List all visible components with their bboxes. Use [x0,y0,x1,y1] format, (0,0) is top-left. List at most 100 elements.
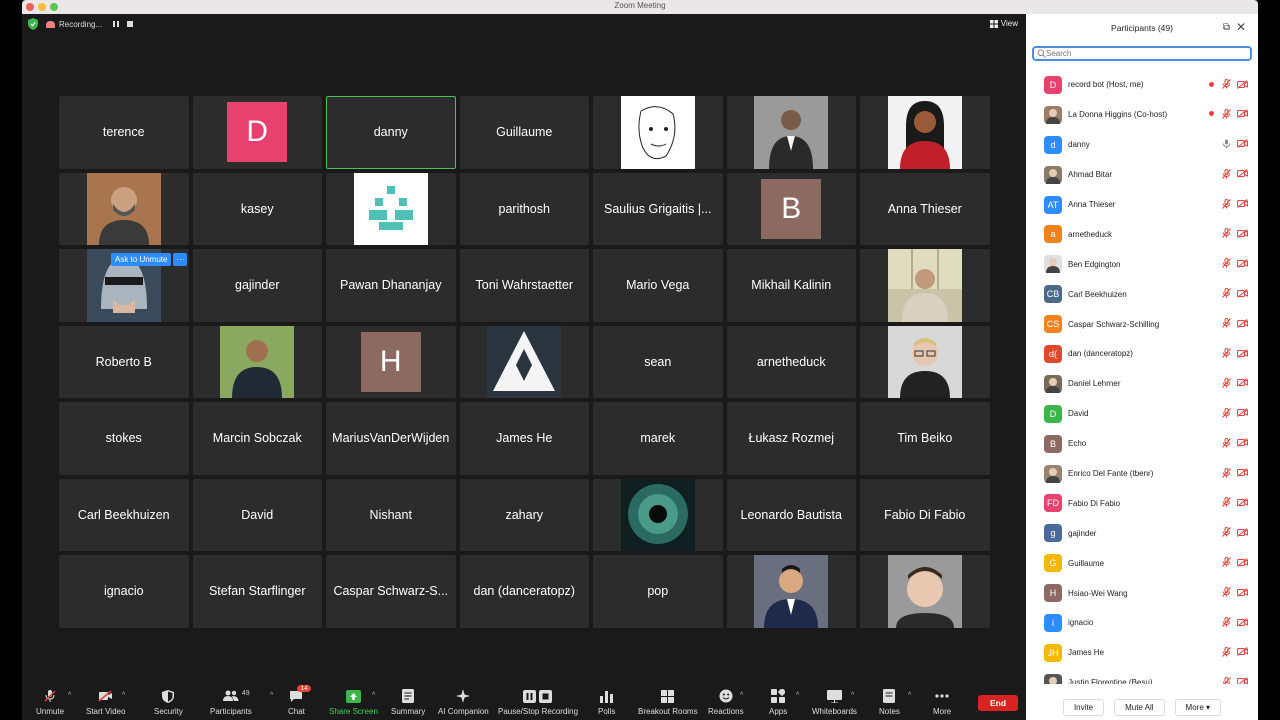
view-button[interactable]: View [989,19,1018,28]
participant-tile[interactable]: MariusVanDerWijden [326,402,456,475]
participant-list-item[interactable]: Ahmad Bitar [1026,160,1258,190]
participant-tile[interactable]: sean [593,325,723,398]
notes-button[interactable]: Notes [879,688,900,716]
participant-tile[interactable]: Mikhail Kalinin [726,249,856,322]
video-off-icon[interactable] [1237,498,1248,507]
start-video-button[interactable]: Start Video [86,688,125,716]
video-off-icon[interactable] [1237,288,1248,298]
chat-button[interactable]: 14 Chat [288,685,311,716]
end-meeting-button[interactable]: End [978,695,1018,711]
notes-caret-icon[interactable]: ^ [908,692,911,699]
video-off-icon[interactable] [1237,229,1248,238]
participant-list-item[interactable]: Justin Florentine (Besu) [1026,668,1258,684]
video-off-icon[interactable] [1237,258,1248,268]
close-icon[interactable]: ✕ [1236,20,1246,34]
mic-muted-icon[interactable] [1222,168,1231,179]
stop-recording-icon[interactable] [126,20,134,28]
participant-tile[interactable] [860,555,990,628]
video-off-icon[interactable] [1237,587,1248,597]
participant-tile[interactable]: B [726,172,856,245]
participant-tile[interactable]: terence [59,96,189,169]
participant-list-item[interactable]: i ignacio [1026,608,1258,638]
participant-tile[interactable]: H [326,325,456,398]
participant-list-item[interactable]: CB Carl Beekhuizen [1026,279,1258,309]
participant-tile[interactable] [860,96,990,169]
mic-muted-icon[interactable] [1222,377,1231,388]
participant-tile[interactable]: James He [459,402,589,475]
mic-muted-icon[interactable] [1222,288,1231,299]
video-off-icon[interactable] [1237,109,1248,119]
participant-tile[interactable]: Roberto B [59,325,189,398]
apps-caret-icon[interactable]: ^ [796,692,799,699]
participant-list-item[interactable]: Enrico Del Fante (tbenr) [1026,459,1258,489]
ai-companion-button[interactable]: AI Companion [438,688,489,716]
reactions-caret-icon[interactable]: ^ [740,692,743,699]
mic-muted-icon[interactable] [1222,407,1231,418]
participant-list-item[interactable]: FD Fabio Di Fabio [1026,488,1258,518]
participant-tile[interactable]: dan (danceratopz) [459,555,589,628]
mic-on-icon[interactable] [1222,139,1231,149]
share-options-caret-icon[interactable]: ^ [372,692,375,699]
security-button[interactable]: Security [154,688,183,716]
participant-list-item[interactable]: B Echo [1026,429,1258,459]
video-off-icon[interactable] [1237,557,1248,567]
participant-tile[interactable]: pop [593,555,723,628]
participant-tile[interactable] [593,96,723,169]
invite-button[interactable]: Invite [1062,698,1105,716]
participant-tile[interactable]: gajinder [192,249,322,322]
participant-tile[interactable]: Caspar Schwarz-S... [326,555,456,628]
participant-tile[interactable]: danny [326,96,456,169]
participant-tile[interactable] [459,325,589,398]
video-off-icon[interactable] [1237,318,1248,328]
participant-list-item[interactable]: CS Caspar Schwarz-Schilling [1026,309,1258,339]
participant-list-item[interactable]: La Donna Higgins (Co-host) [1026,100,1258,130]
participant-tile[interactable]: Nishant [326,478,456,551]
participant-tile[interactable]: Fabio Di Fabio [860,478,990,551]
mic-muted-icon[interactable] [1222,676,1231,684]
participant-tile[interactable]: Pawan Dhananjay [326,249,456,322]
participant-tile[interactable] [192,325,322,398]
participant-tile[interactable]: Anna Thieser [860,172,990,245]
audio-options-caret-icon[interactable]: ^ [68,692,71,699]
participant-tile[interactable]: Carl Beekhuizen [59,478,189,551]
participant-tile[interactable] [726,96,856,169]
mic-muted-icon[interactable] [1222,467,1231,478]
participant-list-item[interactable]: G Guillaume [1026,548,1258,578]
participant-list-item[interactable]: d danny [1026,130,1258,160]
participant-tile[interactable]: Mario Vega [593,249,723,322]
video-off-icon[interactable] [1237,408,1248,418]
mic-muted-icon[interactable] [1222,437,1231,448]
participant-list-item[interactable]: Drecord bot (Host, me) [1026,70,1258,100]
video-off-icon[interactable] [1237,348,1248,358]
video-options-caret-icon[interactable]: ^ [122,692,125,699]
video-off-icon[interactable] [1237,647,1248,657]
mic-muted-icon[interactable] [1222,497,1231,508]
participant-tile[interactable]: Leonardo Bautista [726,478,856,551]
video-off-icon[interactable] [1237,378,1248,388]
participant-list-item[interactable]: a arnetheduck [1026,219,1258,249]
mic-muted-icon[interactable] [1222,198,1231,209]
participant-list-item[interactable]: H Hsiao-Wei Wang [1026,578,1258,608]
breakout-rooms-button[interactable]: Breakout Rooms [638,688,698,716]
participant-tile[interactable]: arnetheduck [726,325,856,398]
mic-muted-icon[interactable] [1222,557,1231,568]
mic-muted-icon[interactable] [1222,587,1231,597]
video-off-icon[interactable] [1237,169,1248,179]
participant-tile[interactable]: D [192,96,322,169]
unmute-button[interactable]: Unmute [36,688,64,716]
participants-caret-icon[interactable]: ^ [270,692,273,699]
participant-tile[interactable] [59,172,189,245]
video-off-icon[interactable] [1237,617,1248,627]
reactions-button[interactable]: Reactions [708,688,744,716]
pause-stop-recording-button[interactable]: Pause/Stop Recording [498,688,578,716]
video-off-icon[interactable] [1237,527,1248,537]
participant-tile[interactable]: Ask to Unmute ··· [59,249,189,322]
mic-muted-icon[interactable] [1222,228,1231,239]
video-off-icon[interactable] [1237,468,1248,477]
participant-tile[interactable] [593,478,723,551]
participant-list-item[interactable]: Ben Edgington [1026,249,1258,279]
video-off-icon[interactable] [1237,139,1248,149]
participant-list-item[interactable]: g gajinder [1026,518,1258,548]
mic-muted-icon[interactable] [1222,318,1231,328]
participant-tile[interactable] [326,172,456,245]
